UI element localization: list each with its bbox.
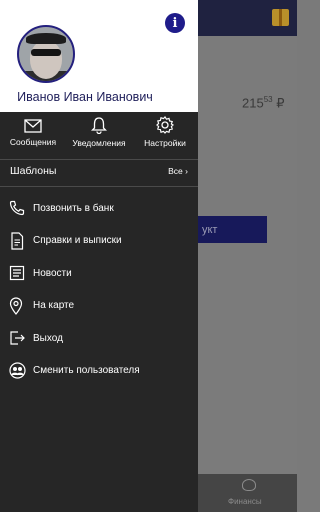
menu-item-logout[interactable]: Выход: [0, 322, 198, 355]
templates-row[interactable]: Шаблоны Все ›: [0, 160, 198, 184]
switch-user-icon: [9, 362, 26, 379]
news-icon: [9, 266, 25, 281]
templates-all-link[interactable]: Все ›: [168, 166, 188, 176]
account-balance: 21553 ₽: [242, 95, 285, 111]
tab-finances-label[interactable]: Финансы: [228, 497, 262, 506]
chevron-right-icon: ›: [185, 166, 188, 176]
exit-icon: [10, 331, 25, 345]
gear-icon: [156, 116, 174, 134]
document-icon: [11, 232, 24, 250]
messages-button[interactable]: Сообщения: [0, 112, 66, 158]
templates-label: Шаблоны: [10, 165, 57, 177]
gift-icon[interactable]: [272, 9, 289, 26]
envelope-icon: [24, 119, 42, 133]
quick-actions: Сообщения Уведомления Настройки: [0, 112, 198, 158]
menu-item-statements[interactable]: Справки и выписки: [0, 225, 198, 258]
avatar[interactable]: [17, 25, 75, 83]
info-button[interactable]: i: [165, 13, 185, 33]
user-name: Иванов Иван Иванович: [17, 90, 153, 104]
divider: [0, 186, 198, 187]
navigation-drawer: i Иванов Иван Иванович Сообщения Уведомл…: [0, 0, 198, 512]
profile-header: i Иванов Иван Иванович: [0, 0, 198, 112]
map-pin-icon: [9, 297, 23, 315]
drawer-menu: Позвонить в банк Справки и выписки Новос…: [0, 192, 198, 387]
menu-item-switch-user[interactable]: Сменить пользователя: [0, 355, 198, 388]
menu-item-news[interactable]: Новости: [0, 257, 198, 290]
menu-item-call-bank[interactable]: Позвонить в банк: [0, 192, 198, 225]
phone-icon: [9, 201, 25, 216]
menu-item-map[interactable]: На карте: [0, 290, 198, 323]
settings-button[interactable]: Настройки: [132, 112, 198, 158]
notifications-button[interactable]: Уведомления: [66, 112, 132, 158]
bell-icon: [91, 117, 107, 134]
product-button[interactable]: укт: [196, 216, 267, 243]
piggy-bank-icon: [242, 479, 256, 491]
